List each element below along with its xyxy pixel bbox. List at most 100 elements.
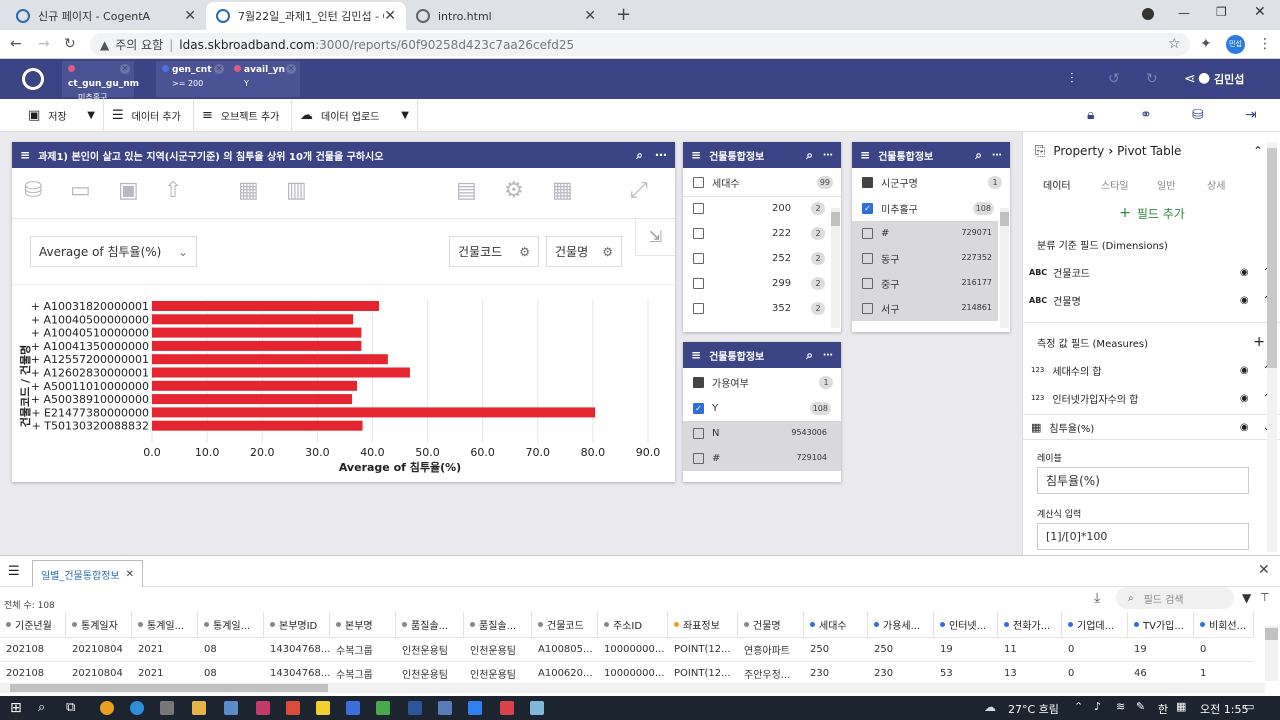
checkbox-checked[interactable]: ✓ bbox=[693, 403, 704, 414]
browser-tab[interactable]: 신규 페이지 - CogentA ✕ bbox=[6, 2, 206, 30]
dropdown-icon[interactable]: ▼ bbox=[87, 110, 95, 121]
exit-icon[interactable]: ⇥ bbox=[1245, 107, 1257, 123]
scrollbar[interactable] bbox=[831, 208, 840, 328]
column-header[interactable]: TV가입... bbox=[1128, 612, 1194, 637]
list-item[interactable]: 서구 214861 bbox=[852, 296, 998, 321]
ime-indicator[interactable]: 한 bbox=[1158, 701, 1168, 717]
list-item[interactable]: ✓ 미추홀구 108 bbox=[852, 196, 998, 221]
column-header[interactable]: 품질솔... bbox=[396, 612, 464, 637]
table-cell[interactable]: 0 bbox=[1062, 661, 1128, 685]
download-icon[interactable]: ⤓ bbox=[1094, 590, 1100, 606]
filter-chip[interactable]: gen_cnt ✕ >= 200 bbox=[156, 61, 228, 97]
url-field[interactable]: ▲ 주의 요함 | ldas.skbroadband.com :3000/rep… bbox=[90, 33, 1190, 56]
tray-chevron-icon[interactable]: ⌃ bbox=[1074, 700, 1083, 713]
field-search-input[interactable]: ⌕ 필드 검색 bbox=[1116, 587, 1234, 609]
checkbox[interactable] bbox=[862, 303, 873, 314]
list-field-row[interactable]: 세대수 99 bbox=[683, 170, 841, 195]
grid-tab[interactable]: 일별_건물통합정보 ✕ bbox=[32, 560, 143, 587]
add-object-button[interactable]: ≡ 오브젝트 추가 bbox=[194, 99, 292, 132]
column-header[interactable]: 인터넷... bbox=[934, 612, 998, 637]
list-item[interactable]: 352 2 bbox=[683, 296, 829, 321]
close-icon[interactable]: ✕ bbox=[584, 8, 596, 24]
column-header[interactable]: 좌표정보 bbox=[668, 612, 738, 637]
tab-data[interactable]: 데이터 bbox=[1043, 177, 1071, 192]
eye-icon[interactable]: ◉ bbox=[1240, 422, 1249, 433]
remove-filter-icon[interactable]: ✕ bbox=[214, 64, 224, 74]
add-measure-icon[interactable]: + bbox=[1253, 334, 1265, 350]
list-item[interactable]: 222 2 bbox=[683, 221, 829, 246]
checkbox[interactable] bbox=[862, 177, 873, 188]
list-field-row[interactable]: 시군구명 1 bbox=[852, 170, 1010, 195]
table-cell[interactable]: 인천운용팀 bbox=[464, 637, 532, 661]
file-explorer-icon[interactable] bbox=[192, 701, 206, 715]
app-icon[interactable] bbox=[286, 701, 300, 715]
table-cell[interactable]: 14304768... bbox=[264, 637, 330, 661]
table-cell[interactable]: 수복그룹 bbox=[330, 637, 396, 661]
eye-icon[interactable]: ◉ bbox=[1240, 365, 1249, 376]
close-icon[interactable]: ✕ bbox=[126, 569, 134, 580]
save-button[interactable]: ▣ 저장 ▼ bbox=[20, 99, 104, 132]
app-logo[interactable] bbox=[22, 68, 44, 90]
account-menu-icon[interactable] bbox=[1142, 8, 1154, 20]
forward-icon[interactable]: → bbox=[38, 36, 50, 52]
column-header[interactable]: 본부명 bbox=[330, 612, 396, 637]
column-header[interactable]: 건물명 bbox=[738, 612, 804, 637]
notes-icon[interactable] bbox=[316, 701, 330, 715]
task-view-icon[interactable]: ⧉ bbox=[66, 700, 75, 715]
label-input[interactable]: 침투율(%) bbox=[1037, 467, 1249, 494]
table-cell[interactable]: 11 bbox=[998, 637, 1062, 661]
checkbox[interactable] bbox=[693, 253, 704, 264]
table-cell[interactable]: 19 bbox=[1128, 637, 1194, 661]
table-cell[interactable]: 08 bbox=[198, 661, 264, 685]
table-cell[interactable]: 230 bbox=[868, 661, 934, 685]
search-icon[interactable]: ⌕ bbox=[975, 148, 982, 163]
list-item[interactable]: 299 2 bbox=[683, 271, 829, 296]
column-header[interactable]: 건물코드 bbox=[532, 612, 598, 637]
settings-icon[interactable] bbox=[160, 701, 174, 715]
table-cell[interactable]: 20210804 bbox=[66, 661, 132, 685]
scrollbar[interactable] bbox=[1267, 142, 1277, 552]
column-header[interactable]: 가용세... bbox=[868, 612, 934, 637]
maximize-icon[interactable]: ❐ bbox=[1216, 5, 1227, 19]
table-cell[interactable]: 14304768... bbox=[264, 661, 330, 685]
table-cell[interactable]: A100620... bbox=[532, 661, 598, 685]
table-cell[interactable]: 수복그룹 bbox=[330, 661, 396, 685]
close-icon[interactable]: ✕ bbox=[384, 8, 396, 24]
column-header[interactable]: 비회선... bbox=[1194, 612, 1254, 637]
table-cell[interactable]: 250 bbox=[804, 637, 868, 661]
more-icon[interactable]: ⋯ bbox=[992, 150, 1002, 161]
checkbox[interactable] bbox=[862, 228, 873, 239]
browser-tab-active[interactable]: 7월22일_과제1_인턴 김민섭 - Co ✕ bbox=[206, 2, 406, 30]
search-icon[interactable]: ⌕ bbox=[806, 348, 813, 363]
menu-icon[interactable]: ☰ bbox=[8, 564, 20, 579]
collapse-up-icon[interactable]: ⌃ bbox=[1253, 144, 1263, 158]
table-cell[interactable]: 230 bbox=[804, 661, 868, 685]
remove-filter-icon[interactable]: ✕ bbox=[286, 64, 296, 74]
column-header[interactable]: 품질솔... bbox=[464, 612, 532, 637]
undo-icon[interactable]: ↺ bbox=[1108, 71, 1120, 87]
close-panel-icon[interactable]: ✕ bbox=[1258, 562, 1270, 578]
table-cell[interactable]: 2021 bbox=[132, 661, 198, 685]
table-cell[interactable]: 인천운용팀 bbox=[396, 637, 464, 661]
weather-text[interactable]: 27°C 흐림 bbox=[1008, 701, 1059, 717]
search-icon[interactable]: ⌕ bbox=[38, 700, 45, 715]
checkbox[interactable] bbox=[862, 278, 873, 289]
checkbox[interactable] bbox=[693, 278, 704, 289]
table-cell[interactable]: POINT(12... bbox=[668, 661, 738, 685]
browser-menu-icon[interactable]: ⋮ bbox=[1258, 36, 1272, 52]
menu-icon[interactable]: ≡ bbox=[860, 148, 870, 162]
breadcrumb-root[interactable]: Property bbox=[1053, 144, 1104, 158]
list-item[interactable]: 동구 227352 bbox=[852, 246, 998, 271]
list-item[interactable]: 중구 216177 bbox=[852, 271, 998, 296]
column-header[interactable]: 주소ID bbox=[598, 612, 668, 637]
filter-icon[interactable]: ▼ bbox=[1242, 591, 1251, 605]
keyboard-icon[interactable]: ▦ bbox=[1176, 700, 1186, 713]
tab-detail[interactable]: 상세 bbox=[1207, 177, 1225, 192]
measure-field[interactable]: 123 세대수의 합 ◉ ⌃ bbox=[1023, 360, 1280, 380]
close-icon[interactable]: ✕ bbox=[184, 8, 196, 24]
table-cell[interactable]: 연흥아파트 bbox=[738, 637, 804, 661]
table-cell[interactable]: 1 bbox=[1194, 661, 1254, 685]
list-item[interactable]: 200 2 bbox=[683, 196, 829, 221]
table-cell[interactable]: 인천운용팀 bbox=[396, 661, 464, 685]
chrome-icon[interactable] bbox=[100, 701, 114, 715]
